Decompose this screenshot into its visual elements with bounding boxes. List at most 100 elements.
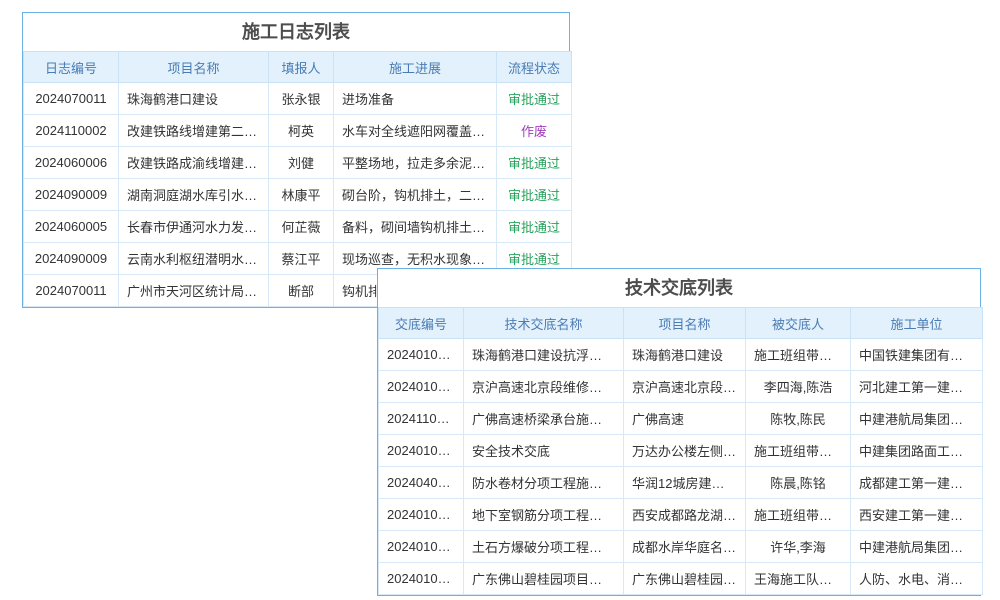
reporter-name: 张永银	[269, 83, 334, 115]
project-name-link[interactable]: 华润12城房建工程...	[624, 467, 746, 499]
disclosee-name: 王海施工队全队	[746, 563, 851, 595]
disclosure-id-link[interactable]: 2024010004	[379, 371, 464, 403]
disclosure-name-link[interactable]: 土石方爆破分项工程施工...	[464, 531, 624, 563]
disclosee-name: 施工班组带班...	[746, 339, 851, 371]
construction-unit: 西安建工第一建筑有...	[851, 499, 983, 531]
reporter-name: 刘健	[269, 147, 334, 179]
reporter-name: 林康平	[269, 179, 334, 211]
status-badge: 审批通过	[497, 147, 572, 179]
log-table-row: 2024060006 改建铁路成渝线增建第二... 刘健 平整场地，拉走多余泥土…	[24, 147, 572, 179]
disclosee-name: 陈晨,陈铭	[746, 467, 851, 499]
col-header-unit: 施工单位	[851, 308, 983, 339]
reporter-name: 何芷薇	[269, 211, 334, 243]
disclosure-name-link[interactable]: 广佛高速桥梁承台施工技...	[464, 403, 624, 435]
disclosure-table-body: 2024010003 珠海鹤港口建设抗浮锚杆... 珠海鹤港口建设 施工班组带班…	[379, 339, 983, 595]
disclosure-table-row: 2024010001 广东佛山碧桂园项目人防... 广东佛山碧桂园项目 王海施工…	[379, 563, 983, 595]
disclosure-table-row: 2024110001 广佛高速桥梁承台施工技... 广佛高速 陈牧,陈民 中建港…	[379, 403, 983, 435]
disclosure-table-row: 2024010003 珠海鹤港口建设抗浮锚杆... 珠海鹤港口建设 施工班组带班…	[379, 339, 983, 371]
log-id-link[interactable]: 2024070011	[24, 83, 119, 115]
disclosure-table-row: 2024010002 土石方爆破分项工程施工... 成都水岸华庭名苑... 许华…	[379, 531, 983, 563]
disclosure-name-link[interactable]: 广东佛山碧桂园项目人防...	[464, 563, 624, 595]
construction-unit: 河北建工第一建筑有...	[851, 371, 983, 403]
reporter-name: 断部	[269, 275, 334, 307]
disclosure-name-link[interactable]: 地下室钢筋分项工程施工...	[464, 499, 624, 531]
col-header-log-id: 日志编号	[24, 52, 119, 83]
disclosure-table-row: 2024010003 安全技术交底 万达办公楼左侧A... 施工班组带班... …	[379, 435, 983, 467]
project-name-link[interactable]: 成都水岸华庭名苑...	[624, 531, 746, 563]
disclosee-name: 施工班组带班...	[746, 499, 851, 531]
project-name-link[interactable]: 京沪高速北京段维修	[624, 371, 746, 403]
col-header-disclosee: 被交底人	[746, 308, 851, 339]
progress-text: 平整场地，拉走多余泥土15...	[334, 147, 497, 179]
progress-text: 进场准备	[334, 83, 497, 115]
construction-unit: 中国铁建集团有限公司	[851, 339, 983, 371]
disclosure-id-link[interactable]: 2024010003	[379, 339, 464, 371]
progress-text: 水车对全线遮阳网覆盖点进...	[334, 115, 497, 147]
disclosure-id-link[interactable]: 2024010002	[379, 531, 464, 563]
log-id-link[interactable]: 2024070011	[24, 275, 119, 307]
col-header-project-name: 项目名称	[624, 308, 746, 339]
project-name-link[interactable]: 广佛高速	[624, 403, 746, 435]
disclosee-name: 施工班组带班...	[746, 435, 851, 467]
progress-text: 砌台阶，钩机排土，二包砌...	[334, 179, 497, 211]
disclosee-name: 许华,李海	[746, 531, 851, 563]
status-badge: 审批通过	[497, 211, 572, 243]
log-id-link[interactable]: 2024090009	[24, 243, 119, 275]
disclosure-table-row: 2024040001 防水卷材分项工程施工技... 华润12城房建工程... 陈…	[379, 467, 983, 499]
disclosure-table-row: 2024010002 地下室钢筋分项工程施工... 西安成都路龙湖上... 施工…	[379, 499, 983, 531]
construction-unit: 中建港航局集团有限...	[851, 531, 983, 563]
technical-disclosure-panel: 技术交底列表 交底编号 技术交底名称 项目名称 被交底人 施工单位 202401…	[377, 268, 981, 596]
technical-disclosure-table: 交底编号 技术交底名称 项目名称 被交底人 施工单位 2024010003 珠海…	[378, 307, 983, 595]
log-id-link[interactable]: 2024110002	[24, 115, 119, 147]
col-header-reporter: 填报人	[269, 52, 334, 83]
log-table-row: 2024060005 长春市伊通河水力发电厂... 何芷薇 备料，砌间墙钩机排土…	[24, 211, 572, 243]
construction-log-panel: 施工日志列表 日志编号 项目名称 填报人 施工进展 流程状态 202407001…	[22, 12, 570, 308]
project-name-link[interactable]: 西安成都路龙湖上...	[624, 499, 746, 531]
disclosure-table-row: 2024010004 京沪高速北京段维修桩幅... 京沪高速北京段维修 李四海,…	[379, 371, 983, 403]
disclosure-id-link[interactable]: 2024040001	[379, 467, 464, 499]
progress-text: 备料，砌间墙钩机排土，瓦...	[334, 211, 497, 243]
project-name-link[interactable]: 广州市天河区统计局机房...	[119, 275, 269, 307]
construction-log-title: 施工日志列表	[23, 13, 569, 51]
project-name-link[interactable]: 珠海鹤港口建设	[624, 339, 746, 371]
disclosure-header-row: 交底编号 技术交底名称 项目名称 被交底人 施工单位	[379, 308, 983, 339]
project-name-link[interactable]: 万达办公楼左侧A...	[624, 435, 746, 467]
disclosee-name: 陈牧,陈民	[746, 403, 851, 435]
col-header-disclosure-name: 技术交底名称	[464, 308, 624, 339]
reporter-name: 蔡江平	[269, 243, 334, 275]
project-name-link[interactable]: 云南水利枢纽潜明水库一...	[119, 243, 269, 275]
log-id-link[interactable]: 2024090009	[24, 179, 119, 211]
log-table-row: 2024070011 珠海鹤港口建设 张永银 进场准备 审批通过	[24, 83, 572, 115]
construction-unit: 中建港航局集团有限...	[851, 403, 983, 435]
col-header-disclosure-id: 交底编号	[379, 308, 464, 339]
construction-unit: 成都建工第一建筑有...	[851, 467, 983, 499]
disclosure-id-link[interactable]: 2024010003	[379, 435, 464, 467]
disclosure-id-link[interactable]: 2024110001	[379, 403, 464, 435]
status-badge: 作废	[497, 115, 572, 147]
project-name-link[interactable]: 广东佛山碧桂园项目	[624, 563, 746, 595]
disclosure-name-link[interactable]: 防水卷材分项工程施工技...	[464, 467, 624, 499]
reporter-name: 柯英	[269, 115, 334, 147]
project-name-link[interactable]: 改建铁路成渝线增建第二...	[119, 147, 269, 179]
project-name-link[interactable]: 长春市伊通河水力发电厂...	[119, 211, 269, 243]
status-badge: 审批通过	[497, 83, 572, 115]
log-id-link[interactable]: 2024060005	[24, 211, 119, 243]
project-name-link[interactable]: 湖南洞庭湖水库引水工程...	[119, 179, 269, 211]
construction-unit: 人防、水电、消防暖通	[851, 563, 983, 595]
disclosure-name-link[interactable]: 安全技术交底	[464, 435, 624, 467]
col-header-progress: 施工进展	[334, 52, 497, 83]
log-header-row: 日志编号 项目名称 填报人 施工进展 流程状态	[24, 52, 572, 83]
disclosee-name: 李四海,陈浩	[746, 371, 851, 403]
col-header-status: 流程状态	[497, 52, 572, 83]
col-header-project-name: 项目名称	[119, 52, 269, 83]
disclosure-name-link[interactable]: 珠海鹤港口建设抗浮锚杆...	[464, 339, 624, 371]
log-table-row: 2024090009 湖南洞庭湖水库引水工程... 林康平 砌台阶，钩机排土，二…	[24, 179, 572, 211]
project-name-link[interactable]: 改建铁路线增建第二线直...	[119, 115, 269, 147]
disclosure-name-link[interactable]: 京沪高速北京段维修桩幅...	[464, 371, 624, 403]
disclosure-id-link[interactable]: 2024010001	[379, 563, 464, 595]
disclosure-id-link[interactable]: 2024010002	[379, 499, 464, 531]
project-name-link[interactable]: 珠海鹤港口建设	[119, 83, 269, 115]
log-id-link[interactable]: 2024060006	[24, 147, 119, 179]
technical-disclosure-title: 技术交底列表	[378, 269, 980, 307]
log-table-row: 2024110002 改建铁路线增建第二线直... 柯英 水车对全线遮阳网覆盖点…	[24, 115, 572, 147]
